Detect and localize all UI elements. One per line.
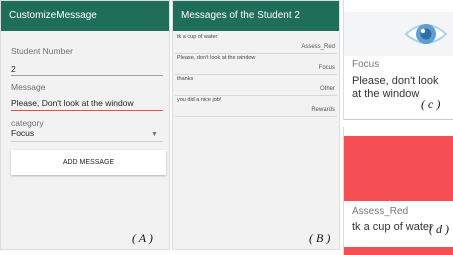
icon-banner (344, 12, 453, 56)
focus-message-card: Focus Please, don't look at the window (… (343, 0, 453, 120)
message-category: Other (319, 86, 335, 92)
message-text: tk a cup of water (352, 221, 433, 233)
category-spinner[interactable]: Focus (11, 128, 34, 138)
figure-label-d: ( d ) (429, 222, 449, 236)
red-alert-banner (344, 136, 453, 201)
app-bar-title: Messages of the Student 2 (173, 1, 339, 31)
message-category: Focus (318, 65, 335, 71)
add-message-button[interactable]: ADD MESSAGE (11, 150, 166, 175)
category-label: category (11, 118, 44, 128)
dropdown-arrow-icon[interactable]: ▼ (151, 131, 158, 138)
figure-label-c: ( c ) (421, 97, 441, 111)
message-category: Rewards (311, 107, 335, 113)
red-alert-footer (344, 247, 453, 255)
eye-icon (404, 24, 448, 44)
message-category: Focus (352, 59, 380, 70)
category-underline (11, 141, 163, 142)
assess-red-message-card: Assess_Red tk a cup of water ( d ) (343, 127, 453, 255)
message-category: Assess_Red (352, 206, 409, 217)
message-underline (11, 110, 163, 111)
message-text: Please, don't look at the window (177, 55, 256, 61)
message-text: you did a nice job! (177, 97, 222, 103)
customize-message-screen: CustomizeMessage Student Number 2 Messag… (0, 0, 170, 250)
student-number-label: Student Number (11, 46, 73, 56)
message-text: thanks (177, 76, 194, 82)
student-number-input[interactable]: 2 (11, 64, 16, 74)
student-number-underline (11, 75, 163, 76)
message-list-item[interactable]: tk a cup of water Assess_Red (175, 33, 337, 54)
message-category: Assess_Red (301, 44, 335, 50)
message-label: Message (11, 82, 46, 92)
messages-list-screen: Messages of the Student 2 tk a cup of wa… (172, 0, 340, 250)
figure-label-b: ( B ) (309, 231, 331, 245)
figure-label-a: ( A ) (132, 231, 153, 245)
message-list-item[interactable]: you did a nice job! Rewards (175, 96, 337, 117)
message-list-item[interactable]: Please, don't look at the window Focus (175, 54, 337, 75)
message-input[interactable]: Please, Don't look at the window (11, 98, 134, 108)
message-text: tk a cup of water (177, 34, 218, 40)
message-list-item[interactable]: thanks Other (175, 75, 337, 96)
app-bar-title: CustomizeMessage (1, 1, 169, 31)
